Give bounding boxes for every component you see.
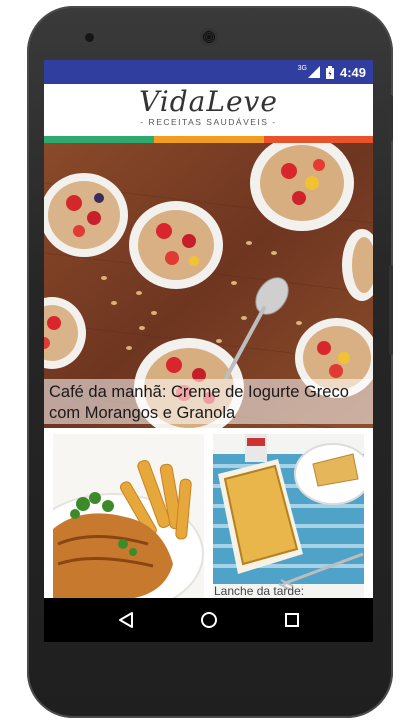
stripe-green (44, 136, 154, 143)
clock: 4:49 (339, 64, 366, 80)
stripe-red (264, 136, 373, 143)
featured-recipe-title: Café da manhã: Creme de Iogurte Greco co… (44, 379, 373, 424)
nav-home-button[interactable] (194, 605, 224, 635)
app-screen: 3G 4:49 VidaLeve - RECEITAS SAUDÁVEIS - (44, 60, 373, 642)
stripe-orange (154, 136, 264, 143)
network-type: 3G (297, 65, 307, 72)
recents-icon (284, 613, 299, 627)
grilled-chicken-image (53, 434, 204, 600)
earpiece-speaker (200, 28, 218, 46)
status-bar: 3G 4:49 (44, 60, 373, 84)
back-icon (118, 612, 133, 628)
recipe-card-cake[interactable]: Lanche da tarde: (213, 434, 364, 600)
cake-image (213, 434, 364, 600)
home-icon (200, 612, 217, 628)
featured-recipe-card[interactable]: Café da manhã: Creme de Iogurte Greco co… (44, 143, 373, 428)
front-camera (85, 33, 94, 42)
brand-logo: VidaLeve (139, 85, 278, 118)
power-button (389, 95, 393, 141)
recipe-grid: Lanche da tarde: (44, 428, 373, 600)
battery-icon (325, 65, 334, 79)
brand-tagline: - RECEITAS SAUDÁVEIS - (140, 117, 277, 127)
app-header: VidaLeve - RECEITAS SAUDÁVEIS - (44, 84, 373, 136)
recipe-card-title: Lanche da tarde: (214, 584, 305, 598)
signal-icon (307, 66, 320, 78)
navigation-bar (44, 598, 373, 642)
nav-back-button[interactable] (111, 605, 141, 635)
recipe-card-chicken[interactable] (53, 434, 204, 600)
nav-recents-button[interactable] (277, 605, 307, 635)
volume-button (389, 265, 393, 355)
